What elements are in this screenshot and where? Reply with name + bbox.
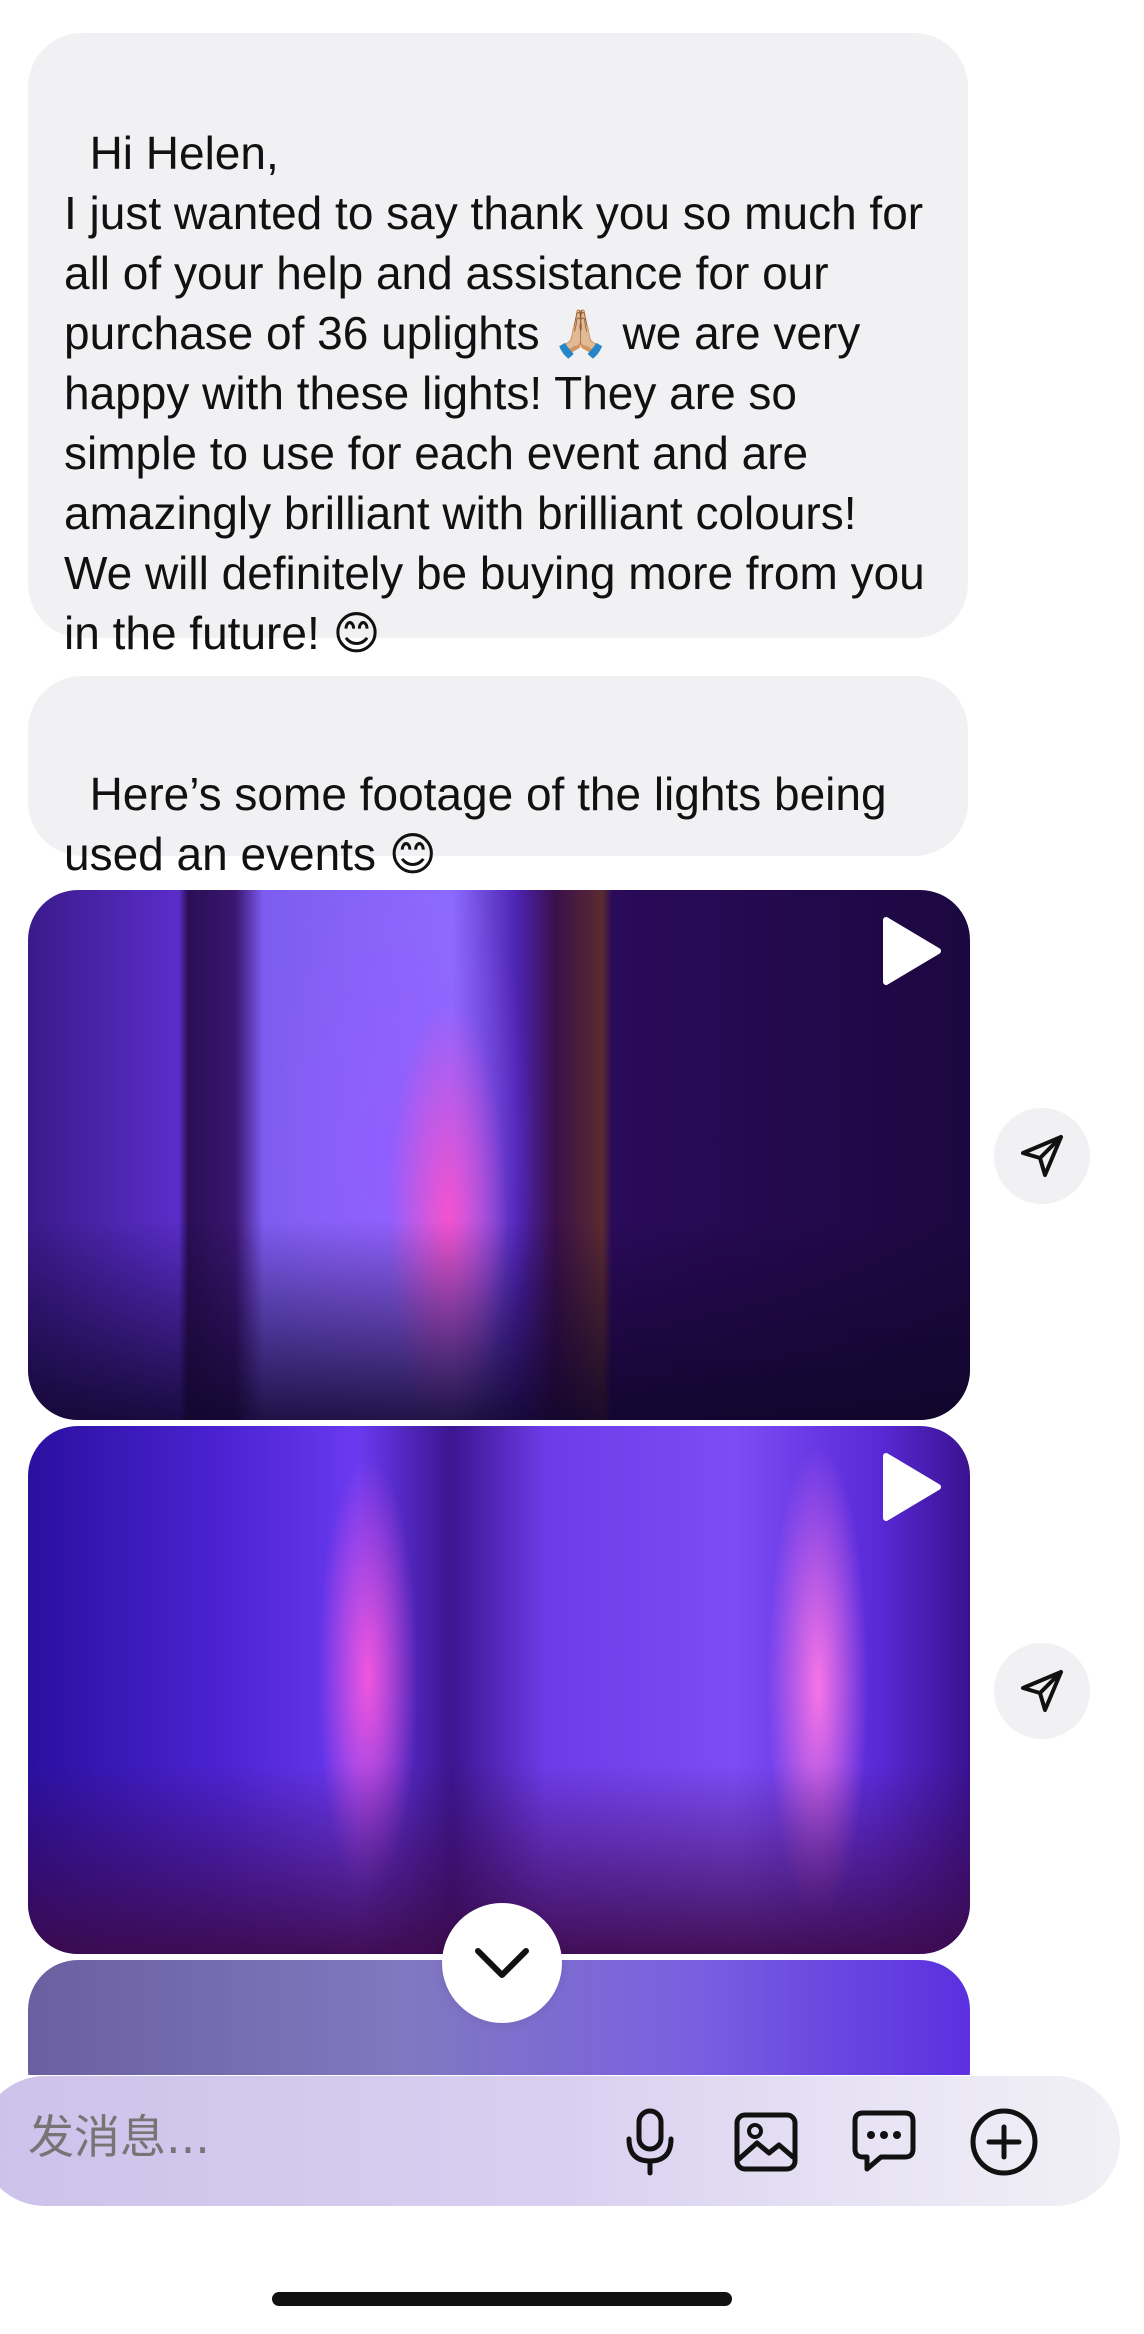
share-button[interactable]: [994, 1108, 1090, 1204]
message-text: Here’s some footage of the lights being …: [64, 768, 900, 880]
plus-circle-icon: [970, 2108, 1038, 2176]
chat-button[interactable]: [846, 2104, 922, 2180]
play-icon[interactable]: [880, 916, 942, 986]
play-icon[interactable]: [880, 1452, 942, 1522]
home-indicator[interactable]: [272, 2292, 732, 2306]
scroll-to-bottom-button[interactable]: [442, 1903, 562, 2023]
message-composer: [0, 2076, 1120, 2206]
send-icon: [1021, 1135, 1063, 1177]
chat-bubble-icon: [852, 2110, 916, 2172]
send-icon: [1021, 1670, 1063, 1712]
chevron-down-icon: [475, 1948, 529, 1978]
message-input[interactable]: [28, 2110, 588, 2164]
message-text: Hi Helen, I just wanted to say thank you…: [64, 127, 925, 659]
video-message[interactable]: [28, 1426, 970, 1954]
microphone-icon: [626, 2108, 674, 2176]
video-message[interactable]: [28, 890, 970, 1420]
message-bubble[interactable]: Here’s some footage of the lights being …: [28, 676, 968, 880]
more-button[interactable]: [966, 2104, 1042, 2180]
message-bubble[interactable]: Hi Helen, I just wanted to say thank you…: [28, 33, 968, 659]
image-icon: [734, 2112, 798, 2172]
image-button[interactable]: [728, 2104, 804, 2180]
share-button[interactable]: [994, 1643, 1090, 1739]
voice-button[interactable]: [612, 2104, 688, 2180]
